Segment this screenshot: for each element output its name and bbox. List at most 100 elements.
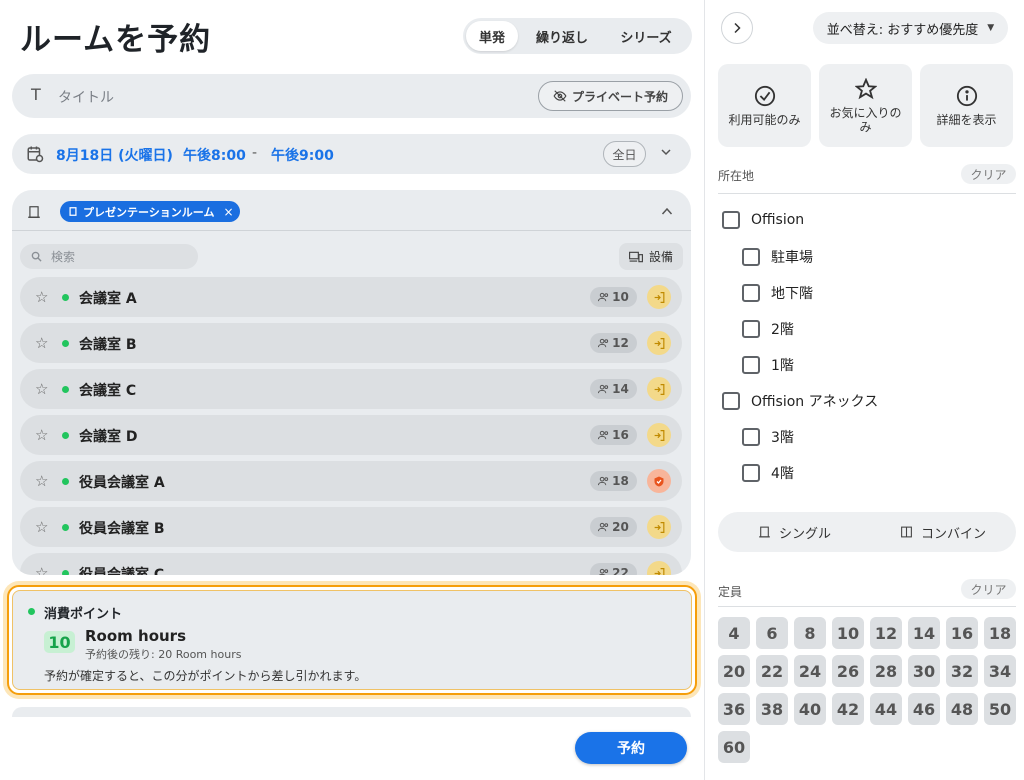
capacity-option[interactable]: 48 [946, 693, 978, 725]
capacity-option[interactable]: 10 [832, 617, 864, 649]
location-checkbox[interactable]: 地下階 [742, 283, 813, 303]
capacity-option[interactable]: 4 [718, 617, 750, 649]
checkbox-box[interactable] [722, 392, 740, 410]
check-in-icon[interactable] [647, 423, 671, 447]
location-label: 駐車場 [771, 250, 813, 266]
favorite-star-icon[interactable]: ☆ [35, 518, 48, 536]
capacity-option[interactable]: 44 [870, 693, 902, 725]
tab-recurring[interactable]: 繰り返し [518, 21, 606, 51]
favorite-star-icon[interactable]: ☆ [35, 334, 48, 352]
location-checkbox[interactable]: 4階 [742, 463, 794, 483]
start-time[interactable]: 午後8:00 [183, 145, 246, 165]
favorite-star-icon[interactable]: ☆ [35, 564, 48, 575]
check-in-icon[interactable] [647, 377, 671, 401]
room-search-input[interactable]: 検索 [20, 244, 198, 269]
room-row[interactable]: ☆ 会議室 D 16 [20, 415, 682, 455]
capacity-value: 14 [612, 382, 629, 396]
room-row[interactable]: ☆ 会議室 A 10 [20, 277, 682, 317]
capacity-option[interactable]: 20 [718, 655, 750, 687]
end-time[interactable]: 午後9:00 [271, 145, 334, 165]
capacity-option[interactable]: 46 [908, 693, 940, 725]
capacity-option[interactable]: 50 [984, 693, 1016, 725]
chip-remove-icon[interactable]: × [223, 205, 233, 219]
capacity-option[interactable]: 26 [832, 655, 864, 687]
capacity-option[interactable]: 22 [756, 655, 788, 687]
filter-favorites-only[interactable]: お気に入りのみ [819, 64, 912, 147]
room-row[interactable]: ☆ 役員会議室 B 20 [20, 507, 682, 547]
checkbox-box[interactable] [722, 211, 740, 229]
location-checkbox[interactable]: Offision [722, 211, 804, 229]
check-in-icon[interactable] [647, 285, 671, 309]
date-value[interactable]: 8月18日 (火曜日) [56, 145, 173, 165]
restricted-shield-icon[interactable] [647, 469, 671, 493]
location-checkbox[interactable]: 駐車場 [742, 247, 813, 267]
checkbox-box[interactable] [742, 248, 760, 266]
all-day-toggle[interactable]: 全日 [603, 141, 646, 167]
capacity-option[interactable]: 12 [870, 617, 902, 649]
favorite-star-icon[interactable]: ☆ [35, 288, 48, 306]
favorite-star-icon[interactable]: ☆ [35, 380, 48, 398]
capacity-option[interactable]: 24 [794, 655, 826, 687]
capacity-option[interactable]: 42 [832, 693, 864, 725]
room-capacity-badge: 10 [590, 287, 637, 307]
capacity-option[interactable]: 28 [870, 655, 902, 687]
title-input[interactable]: タイトル [58, 87, 114, 107]
date-bar: 8月18日 (火曜日) 午後8:00 - 午後9:00 全日 [12, 134, 691, 174]
tab-series[interactable]: シリーズ [606, 21, 686, 51]
room-row[interactable]: ☆ 役員会議室 A 18 [20, 461, 682, 501]
checkbox-box[interactable] [742, 320, 760, 338]
checkbox-box[interactable] [742, 284, 760, 302]
capacity-option[interactable]: 18 [984, 617, 1016, 649]
capacity-option[interactable]: 36 [718, 693, 750, 725]
filter-available-only[interactable]: 利用可能のみ [718, 64, 811, 147]
private-booking-button[interactable]: プライベート予約 [538, 81, 683, 111]
room-name: 会議室 A [79, 291, 137, 307]
capacity-option[interactable]: 34 [984, 655, 1016, 687]
favorite-star-icon[interactable]: ☆ [35, 472, 48, 490]
room-row[interactable]: ☆ 会議室 C 14 [20, 369, 682, 409]
points-summary: 消費ポイント 10 Room hours 予約後の残り: 20 Room hou… [7, 585, 697, 695]
type-single-option[interactable]: シングル [758, 512, 831, 552]
favorite-star-icon[interactable]: ☆ [35, 426, 48, 444]
check-in-icon[interactable] [647, 331, 671, 355]
room-row[interactable]: ☆ 役員会議室 C 22 [20, 553, 682, 575]
capacity-option[interactable]: 32 [946, 655, 978, 687]
filter-show-details[interactable]: 詳細を表示 [920, 64, 1013, 147]
clear-location-button[interactable]: クリア [961, 164, 1016, 184]
location-checkbox[interactable]: 3階 [742, 427, 794, 447]
equipment-filter-button[interactable]: 設備 [619, 243, 683, 270]
clear-capacity-button[interactable]: クリア [961, 579, 1016, 599]
room-type-chip[interactable]: プレゼンテーションルーム × [60, 201, 240, 222]
location-checkbox[interactable]: Offision アネックス [722, 391, 878, 411]
room-capacity-badge: 16 [590, 425, 637, 445]
checkbox-box[interactable] [742, 464, 760, 482]
search-icon [31, 251, 42, 262]
booking-dialog: ルームを予約 単発 繰り返し シリーズ T タイトル プライベート予約 8月18… [0, 0, 1024, 780]
collapsed-section [12, 707, 691, 717]
capacity-option[interactable]: 60 [718, 731, 750, 763]
capacity-option[interactable]: 40 [794, 693, 826, 725]
chevron-up-icon[interactable] [661, 206, 673, 216]
sort-dropdown[interactable]: 並べ替え: おすすめ優先度 ▼ [813, 12, 1008, 44]
location-checkbox[interactable]: 2階 [742, 319, 794, 339]
capacity-option[interactable]: 8 [794, 617, 826, 649]
type-combine-option[interactable]: コンバイン [900, 512, 986, 552]
capacity-option[interactable]: 14 [908, 617, 940, 649]
caret-down-icon: ▼ [987, 23, 995, 33]
capacity-option[interactable]: 16 [946, 617, 978, 649]
check-in-icon[interactable] [647, 515, 671, 539]
chevron-down-icon[interactable] [660, 146, 672, 158]
capacity-value: 10 [612, 290, 629, 304]
checkbox-box[interactable] [742, 356, 760, 374]
location-label: Offision アネックス [751, 394, 879, 410]
tab-single[interactable]: 単発 [466, 21, 518, 51]
check-in-icon[interactable] [647, 561, 671, 575]
checkbox-box[interactable] [742, 428, 760, 446]
capacity-option[interactable]: 30 [908, 655, 940, 687]
capacity-option[interactable]: 6 [756, 617, 788, 649]
collapse-sidebar-button[interactable] [721, 12, 753, 44]
capacity-option[interactable]: 38 [756, 693, 788, 725]
room-row[interactable]: ☆ 会議室 B 12 [20, 323, 682, 363]
location-checkbox[interactable]: 1階 [742, 355, 794, 375]
book-button[interactable]: 予約 [575, 732, 687, 764]
